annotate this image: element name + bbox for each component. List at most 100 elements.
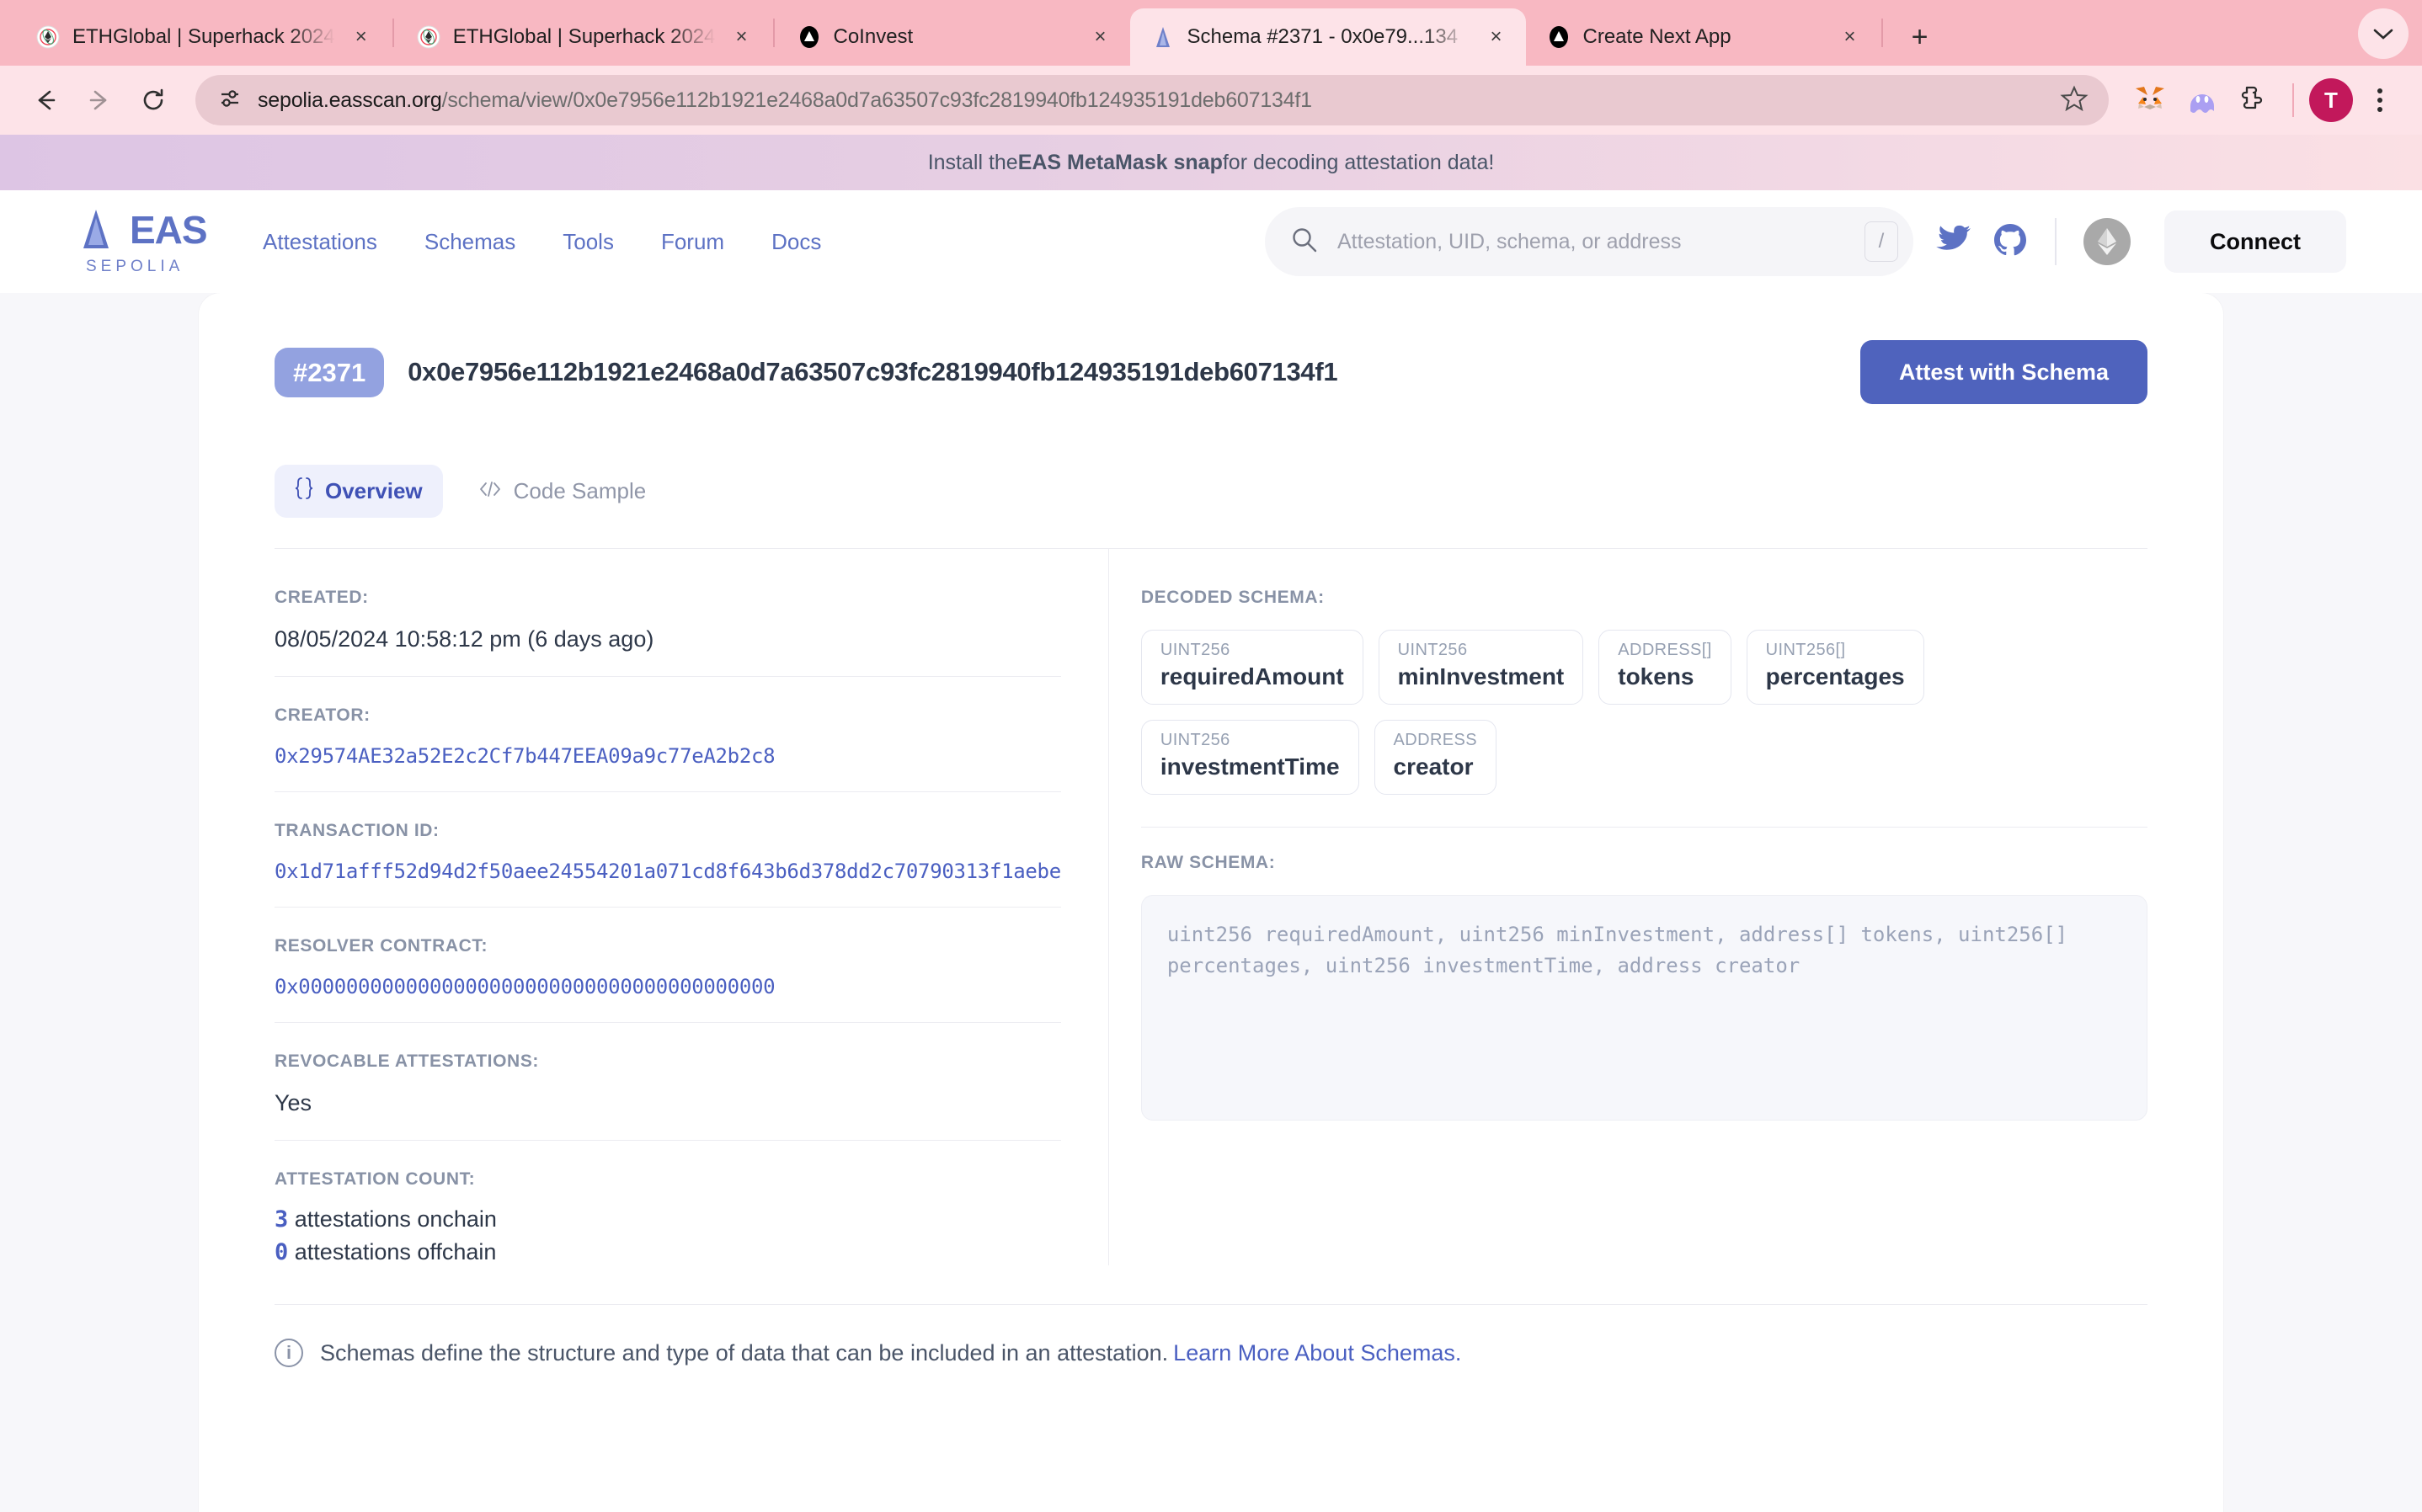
forward-button[interactable] — [76, 77, 123, 124]
github-icon[interactable] — [1993, 222, 2028, 262]
browser-menu-button[interactable] — [2360, 80, 2400, 120]
content-area: #2371 0x0e7956e112b1921e2468a0d7a63507c9… — [0, 293, 2422, 1512]
close-icon[interactable]: × — [347, 23, 376, 51]
field-resolver-label: RESOLVER CONTRACT: — [275, 936, 488, 956]
field-transaction-value[interactable]: 0x1d71afff52d94d2f50aee24554201a071cd8f6… — [275, 860, 1061, 883]
reload-button[interactable] — [130, 77, 177, 124]
header-divider — [2055, 218, 2057, 265]
schema-field-chip: UINT256 minInvestment — [1378, 630, 1584, 705]
browser-window: ETHGlobal | Superhack 2024 × ETHGlobal |… — [0, 0, 2422, 1512]
eas-logo[interactable]: EAS SEPOLIA — [83, 207, 251, 276]
promo-banner[interactable]: Install the EAS MetaMask snap for decodi… — [0, 135, 2422, 190]
attest-with-schema-button[interactable]: Attest with Schema — [1859, 340, 2147, 404]
field-divider — [275, 1140, 1061, 1141]
onchain-count-text: attestations onchain — [294, 1206, 497, 1232]
eas-triangle-icon — [83, 210, 109, 248]
profile-avatar[interactable]: T — [2309, 78, 2353, 122]
new-tab-button[interactable]: + — [1897, 13, 1944, 61]
bookmark-star-icon[interactable] — [2060, 84, 2089, 117]
browser-tab[interactable]: ETHGlobal | Superhack 2024 × — [396, 8, 771, 66]
phantom-extension-icon[interactable] — [2179, 77, 2225, 123]
schema-field-chip: ADDRESS creator — [1374, 720, 1497, 795]
raw-schema-value[interactable]: uint256 requiredAmount, uint256 minInves… — [1140, 895, 2147, 1121]
close-icon[interactable]: × — [1086, 23, 1115, 51]
schema-footer-note: i Schemas define the structure and type … — [275, 1304, 2147, 1367]
decoded-schema-chips: UINT256 requiredAmount UINT256 minInvest… — [1140, 630, 2147, 795]
schema-field-chip: UINT256 investmentTime — [1140, 720, 1359, 795]
field-creator-label: CREATOR: — [275, 705, 371, 725]
browser-tab[interactable]: CoInvest × — [776, 8, 1130, 66]
browser-tab-active[interactable]: Schema #2371 - 0x0e79...134 × — [1129, 8, 1526, 66]
field-resolver: RESOLVER CONTRACT: 0x0000000000000000000… — [275, 936, 1061, 998]
nav-forum[interactable]: Forum — [661, 229, 724, 255]
tab-title: ETHGlobal | Superhack 2024 — [452, 25, 716, 48]
field-creator-value[interactable]: 0x29574AE32a52E2c2Cf7b447EEA09a9c77eA2b2… — [275, 744, 1061, 768]
address-bar[interactable]: sepolia.easscan.org/schema/view/0x0e7956… — [195, 75, 2109, 125]
reload-icon — [143, 88, 163, 110]
connect-wallet-button[interactable]: Connect — [2164, 210, 2346, 273]
field-divider — [275, 676, 1061, 677]
url-text: sepolia.easscan.org/schema/view/0x0e7956… — [258, 88, 2045, 113]
chip-type: ADDRESS[] — [1618, 641, 1712, 659]
chip-name: tokens — [1618, 663, 1694, 689]
tab-divider — [1881, 19, 1883, 47]
promo-link[interactable]: EAS MetaMask snap — [1018, 151, 1223, 175]
field-divider — [275, 1022, 1061, 1023]
schema-uid: 0x0e7956e112b1921e2468a0d7a63507c93fc281… — [408, 357, 1338, 386]
schema-details-column: CREATED: 08/05/2024 10:58:12 pm (6 days … — [275, 549, 1109, 1265]
field-transaction: TRANSACTION ID: 0x1d71afff52d94d2f50aee2… — [275, 821, 1061, 883]
search-shortcut-key: / — [1865, 221, 1898, 262]
braces-icon — [295, 476, 313, 506]
nav-schemas[interactable]: Schemas — [424, 229, 515, 255]
site-settings-icon[interactable] — [217, 86, 243, 115]
schema-card: #2371 0x0e7956e112b1921e2468a0d7a63507c9… — [199, 293, 2223, 1512]
chip-name: investmentTime — [1160, 753, 1340, 780]
browser-tab[interactable]: Create Next App × — [1526, 8, 1880, 66]
chip-type: ADDRESS — [1393, 731, 1478, 749]
field-transaction-label: TRANSACTION ID: — [275, 821, 440, 840]
schema-section-divider — [1140, 827, 2147, 828]
schema-tabs: Overview Code Sample — [275, 465, 2147, 518]
chip-name: requiredAmount — [1160, 663, 1344, 689]
field-count-label: ATTESTATION COUNT: — [275, 1169, 476, 1189]
browser-toolbar: sepolia.easscan.org/schema/view/0x0e7956… — [0, 66, 2422, 135]
tab-search-button[interactable] — [2358, 8, 2409, 59]
field-attestation-count: ATTESTATION COUNT: 3 attestations onchai… — [275, 1169, 1061, 1265]
search-input[interactable]: Attestation, UID, schema, or address / — [1265, 207, 1913, 276]
field-created-value: 08/05/2024 10:58:12 pm (6 days ago) — [275, 626, 654, 652]
chip-type: UINT256 — [1160, 731, 1230, 749]
nav-docs[interactable]: Docs — [771, 229, 821, 255]
metamask-extension-icon[interactable] — [2127, 77, 2173, 123]
learn-more-link[interactable]: Learn More About Schemas. — [1173, 1340, 1461, 1366]
ethglobal-icon — [35, 24, 61, 50]
chip-name: minInvestment — [1397, 663, 1565, 689]
schema-field-chip: ADDRESS[] tokens — [1598, 630, 1731, 705]
tab-title: Schema #2371 - 0x0e79...134 — [1187, 25, 1459, 48]
schema-field-chip: UINT256[] percentages — [1746, 630, 1924, 705]
back-button[interactable] — [22, 77, 69, 124]
ethereum-network-icon[interactable] — [2083, 218, 2131, 265]
chip-type: UINT256 — [1397, 641, 1468, 659]
field-created-label: CREATED: — [275, 588, 369, 607]
browser-tab[interactable]: ETHGlobal | Superhack 2024 × — [15, 8, 391, 66]
tab-divider — [772, 19, 775, 47]
info-icon: i — [275, 1339, 303, 1367]
close-icon[interactable]: × — [728, 23, 756, 51]
toolbar-divider — [2292, 83, 2294, 117]
tab-overview[interactable]: Overview — [275, 465, 443, 518]
nav-attestations[interactable]: Attestations — [263, 229, 377, 255]
tab-code-sample-label: Code Sample — [513, 478, 647, 503]
promo-suffix: for decoding attestation data! — [1222, 150, 1495, 174]
twitter-icon[interactable] — [1935, 224, 1972, 260]
tab-code-sample[interactable]: Code Sample — [458, 466, 667, 516]
extensions-puzzle-icon[interactable] — [2232, 77, 2277, 123]
field-resolver-value[interactable]: 0x00000000000000000000000000000000000000… — [275, 975, 1061, 998]
nav-tools[interactable]: Tools — [563, 229, 614, 255]
schema-field-chip: UINT256 requiredAmount — [1140, 630, 1363, 705]
close-icon[interactable]: × — [1482, 23, 1511, 51]
field-created: CREATED: 08/05/2024 10:58:12 pm (6 days … — [275, 588, 1061, 652]
chip-name: percentages — [1765, 663, 1905, 689]
field-revocable-label: REVOCABLE ATTESTATIONS: — [275, 1051, 540, 1071]
close-icon[interactable]: × — [1836, 23, 1865, 51]
tab-title: Create Next App — [1582, 25, 1731, 48]
